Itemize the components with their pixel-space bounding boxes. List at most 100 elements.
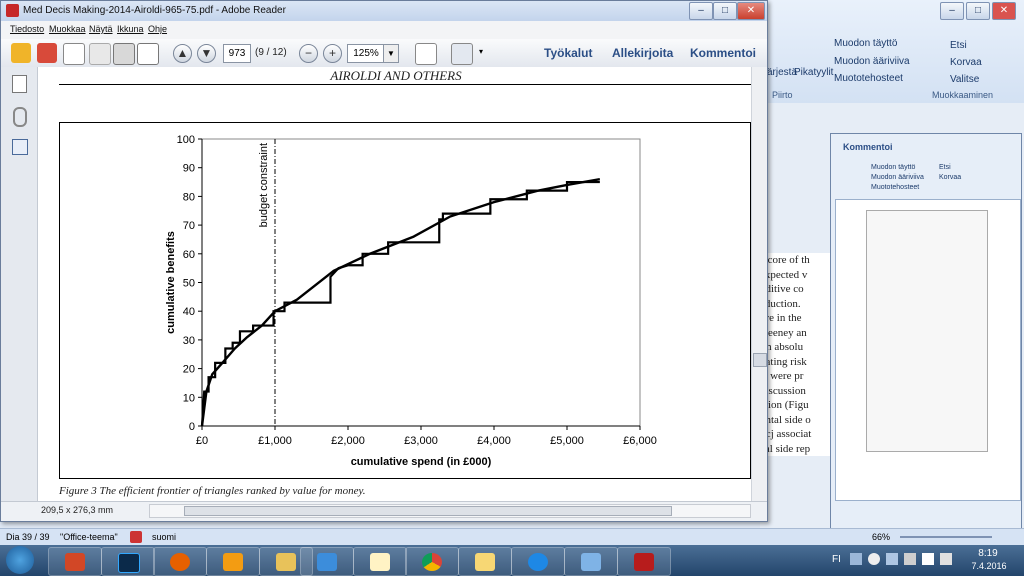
combine-pdf-icon[interactable] (37, 43, 57, 63)
theme-name: "Office-teema" (60, 532, 118, 542)
taskbar-powerpoint[interactable] (48, 547, 102, 576)
zoom-slider[interactable] (900, 536, 992, 538)
nested-window: Kommentoi Etsi Korvaa Muodon täyttö Muod… (830, 133, 1022, 560)
y-tick-label: 30 (183, 335, 195, 347)
menu-edit[interactable]: Muokkaa (49, 24, 86, 34)
bg-maximize-button[interactable]: □ (966, 2, 990, 20)
document-text-line: Keeney an (760, 326, 807, 339)
taskbar-adobe-reader[interactable] (617, 547, 671, 576)
zoom-dropdown-icon[interactable]: ▼ (383, 44, 399, 63)
menu-window[interactable]: Ikkuna (117, 24, 144, 34)
bg-close-button[interactable]: ✕ (992, 2, 1016, 20)
taskbar-media-player[interactable] (206, 547, 260, 576)
taskbar-app[interactable] (300, 547, 354, 576)
next-page-button[interactable]: ▼ (197, 44, 216, 63)
menu-file[interactable]: Tiedosto (10, 24, 44, 34)
sign-link[interactable]: Allekirjoita (612, 46, 673, 60)
bg-minimize-button[interactable]: – (940, 2, 964, 20)
network-icon[interactable] (922, 553, 934, 565)
zoom-in-button[interactable]: + (323, 44, 342, 63)
horizontal-scrollbar[interactable] (149, 504, 751, 518)
office-zoom-level: 66% (872, 532, 891, 542)
background-ribbon: Muodon täyttö Muodon ääriviiva Muototeho… (760, 0, 1024, 104)
ribbon-shape-effects[interactable]: Muototehosteet (834, 73, 903, 84)
tray-flag-icon[interactable] (850, 553, 862, 565)
document-text-line: t cj associat (760, 428, 812, 440)
fit-page-icon[interactable] (415, 43, 437, 65)
minimize-button[interactable]: – (689, 2, 713, 20)
y-tick-label: 100 (177, 134, 195, 146)
more-tools-icon[interactable]: ▾ (479, 47, 483, 56)
y-tick-label: 60 (183, 249, 195, 261)
nested-ribbon-fill[interactable]: Muodon täyttö (871, 164, 915, 171)
maximize-button[interactable]: □ (713, 2, 737, 20)
y-tick-label: 10 (183, 392, 195, 404)
fullscreen-icon[interactable] (451, 43, 473, 65)
taskbar-chrome[interactable] (405, 547, 459, 576)
menu-view[interactable]: Näytä (89, 24, 113, 34)
taskbar-paint[interactable] (353, 547, 407, 576)
ribbon-shape-fill[interactable]: Muodon täyttö (834, 38, 897, 49)
ribbon-select[interactable]: Valitse (950, 74, 979, 85)
pages-icon[interactable] (12, 75, 27, 93)
battery-icon[interactable] (904, 553, 916, 565)
taskbar-internet-explorer[interactable] (511, 547, 565, 576)
print-icon[interactable] (113, 43, 135, 65)
save-icon[interactable] (89, 43, 111, 65)
email-icon[interactable] (137, 43, 159, 65)
scroll-thumb[interactable] (753, 353, 767, 367)
document-text-line: e core of th (760, 254, 810, 266)
page-header: AIROLDI AND OTHERS (330, 68, 462, 83)
hscroll-thumb[interactable] (184, 506, 672, 516)
document-text-line: expected v (760, 268, 808, 281)
x-tick-label: £5,000 (550, 435, 584, 447)
document-text-line: ure in the (760, 312, 802, 324)
nested-ribbon-outline[interactable]: Muodon ääriviiva (871, 174, 924, 181)
tray-arrow-icon[interactable] (886, 553, 898, 565)
x-tick-label: £6,000 (623, 435, 657, 447)
nested-thumbnail (866, 210, 988, 452)
volume-icon[interactable] (940, 553, 952, 565)
window-title: Med Decis Making-2014-Airoldi-965-75.pdf… (23, 5, 286, 16)
figure-caption: Figure 3 The efficient frontier of trian… (59, 485, 366, 497)
previous-page-button[interactable]: ▲ (173, 44, 192, 63)
background-document: Kommentoi Etsi Korvaa Muodon täyttö Muod… (760, 103, 1024, 560)
spellcheck-icon[interactable] (130, 531, 142, 543)
edit-icon[interactable] (63, 43, 85, 65)
create-pdf-icon[interactable] (11, 43, 31, 63)
taskbar-picture-viewer[interactable] (564, 547, 618, 576)
tools-link[interactable]: Työkalut (544, 46, 592, 60)
ribbon-quick-styles[interactable]: Pikatyylit (794, 67, 833, 78)
comment-link[interactable]: Kommentoi (690, 46, 756, 60)
ribbon-replace[interactable]: Korvaa (950, 57, 982, 68)
attachment-icon[interactable] (13, 107, 27, 127)
zoom-out-button[interactable]: − (299, 44, 318, 63)
navigation-panel (1, 67, 38, 501)
y-tick-label: 90 (183, 163, 195, 175)
close-button[interactable]: ✕ (737, 2, 765, 20)
clock-time[interactable]: 8:19 (970, 548, 1006, 559)
help-icon[interactable] (868, 553, 880, 565)
nested-ribbon-find[interactable]: Etsi (939, 164, 951, 171)
menu-help[interactable]: Ohje (148, 24, 167, 34)
adobe-reader-window: Med Decis Making-2014-Airoldi-965-75.pdf… (0, 0, 768, 522)
nested-ribbon-effects[interactable]: Muototehosteet (871, 184, 919, 191)
taskbar: FI 8:19 7.4.2016 (0, 545, 1024, 576)
ribbon-find[interactable]: Etsi (950, 40, 967, 51)
layers-icon[interactable] (12, 139, 28, 155)
nested-comment-link[interactable]: Kommentoi (843, 142, 893, 152)
nested-ribbon-replace[interactable]: Korvaa (939, 174, 961, 181)
y-axis-label: cumulative benefits (165, 231, 177, 334)
taskbar-notes[interactable] (458, 547, 512, 576)
page-number-input[interactable]: 973 (223, 44, 251, 63)
ribbon-shape-outline[interactable]: Muodon ääriviiva (834, 56, 910, 67)
document-text-column: e core of th expected v dditive co eduction… (760, 253, 830, 456)
start-button[interactable] (6, 546, 34, 574)
vertical-scrollbar[interactable] (751, 67, 767, 501)
clock-date[interactable]: 7.4.2016 (962, 561, 1016, 571)
taskbar-firefox[interactable] (153, 547, 207, 576)
input-language[interactable]: FI (832, 554, 841, 565)
zoom-level-input[interactable]: 125% (347, 44, 385, 63)
document-text-line: ts were pr (760, 370, 804, 382)
taskbar-photoshop[interactable] (101, 547, 155, 576)
